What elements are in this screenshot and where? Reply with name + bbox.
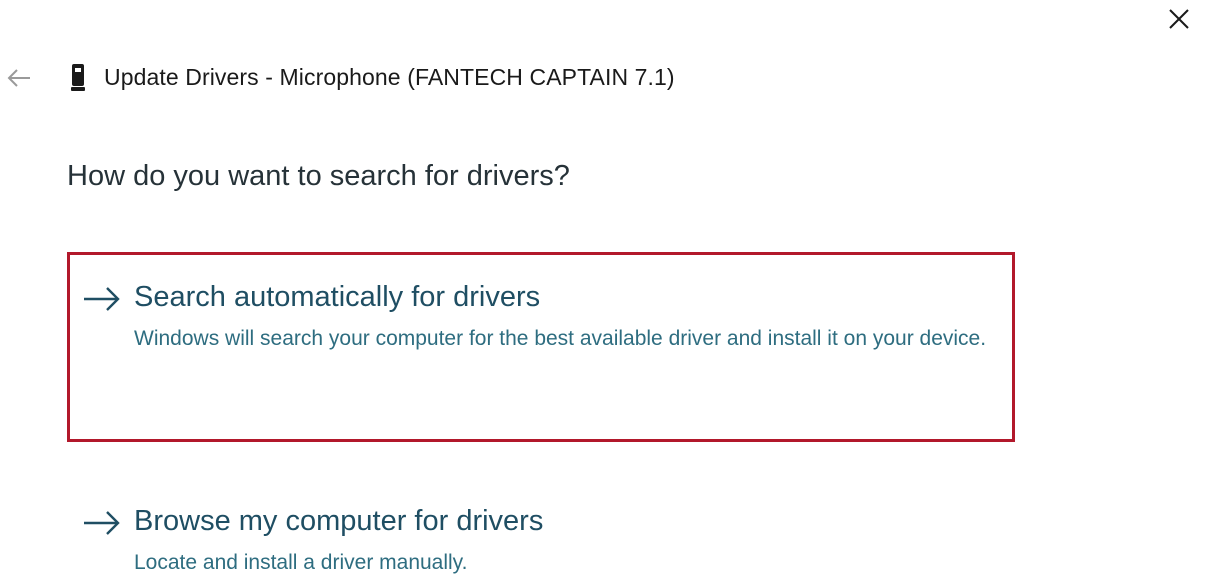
page-heading: How do you want to search for drivers? [67,160,570,192]
window-title: Update Drivers - Microphone (FANTECH CAP… [104,64,675,90]
close-icon [1169,9,1189,29]
update-drivers-window: Update Drivers - Microphone (FANTECH CAP… [0,0,1208,586]
option-description: Locate and install a driver manually. [134,551,468,574]
option-title: Browse my computer for drivers [134,505,544,537]
option-description: Windows will search your computer for th… [134,327,987,350]
back-arrow-icon [7,69,30,87]
arrow-right-icon [84,511,120,535]
back-button[interactable] [4,64,34,92]
close-button[interactable] [1162,2,1196,36]
arrow-right-icon [84,287,120,311]
option-title: Search automatically for drivers [134,281,541,313]
microphone-device-icon [71,64,85,91]
browse-computer-option[interactable]: Browse my computer for drivers Locate an… [67,476,1015,576]
search-automatically-option[interactable]: Search automatically for drivers Windows… [67,252,1015,442]
